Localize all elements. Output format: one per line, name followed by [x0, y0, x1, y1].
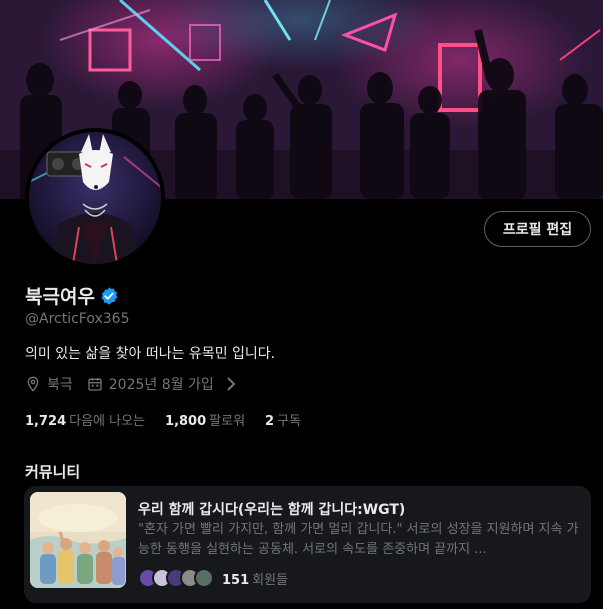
edit-profile-button[interactable]: 프로필 편집: [484, 211, 591, 247]
location-text: 북극: [47, 377, 73, 393]
community-members: 151 회원들: [138, 568, 288, 588]
location-item: 북극: [25, 374, 73, 394]
profile-meta: 북극 2025년 8월 가입: [25, 374, 250, 394]
user-handle: @ArcticFox365: [25, 311, 130, 327]
following-stat[interactable]: 1,724 다음에 나오는: [25, 410, 145, 429]
subscriptions-label: 구독: [277, 414, 302, 429]
member-count: 151 회원들: [222, 569, 288, 588]
subscriptions-stat[interactable]: 2 구독: [265, 410, 301, 429]
joined-text: 2025년 8월 가입: [108, 377, 214, 393]
subscriptions-count: 2: [265, 414, 275, 429]
community-name[interactable]: 우리 함께 갑시다(우리는 함께 갑니다:WGT): [138, 499, 405, 519]
community-card[interactable]: 우리 함께 갑시다(우리는 함께 갑니다:WGT) "혼자 가면 빨리 가지만,…: [24, 486, 591, 603]
calendar-icon: [87, 376, 103, 392]
joined-item[interactable]: 2025년 8월 가입: [87, 374, 236, 394]
profile-stats: 1,724 다음에 나오는 1,800 팔로워 2 구독: [25, 410, 321, 429]
profile-avatar[interactable]: [25, 128, 165, 268]
member-count-value: 151: [222, 572, 250, 588]
community-thumbnail: [30, 492, 126, 588]
profile-bio: 의미 있는 삶을 찾아 떠나는 유목민 입니다.: [25, 346, 276, 362]
chevron-right-icon[interactable]: [226, 377, 236, 391]
verified-badge-icon[interactable]: [99, 286, 119, 306]
following-label: 다음에 나오는: [69, 414, 146, 429]
communities-heading: 커뮤니티: [25, 463, 81, 481]
member-count-label: 회원들: [252, 572, 289, 588]
display-name: 북극여우: [25, 286, 95, 308]
community-description: "혼자 가면 빨리 가지만, 함께 가면 멀리 갑니다." 서로의 성장을 지원…: [138, 522, 579, 557]
member-avatars: [138, 568, 214, 588]
location-pin-icon: [25, 376, 41, 392]
display-name-row: 북극여우: [25, 282, 119, 309]
following-count: 1,724: [25, 414, 67, 429]
member-avatar: [194, 568, 214, 588]
followers-stat[interactable]: 1,800 팔로워: [165, 410, 245, 429]
followers-label: 팔로워: [209, 414, 246, 429]
followers-count: 1,800: [165, 414, 207, 429]
